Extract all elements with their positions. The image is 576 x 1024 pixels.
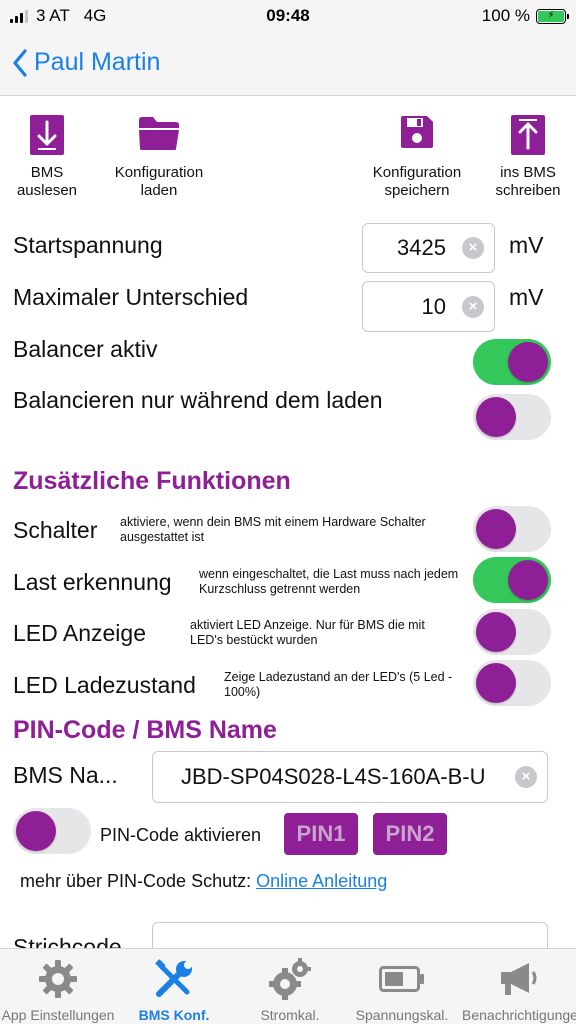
pin-activate-label: PIN-Code aktivieren [100, 825, 262, 845]
battery-icon: ⚡ [536, 8, 569, 24]
led-charge-hint: Zeige Ladezustand an der LED's (5 Led - … [224, 670, 453, 699]
clear-icon[interactable]: × [462, 237, 484, 259]
pin2-button[interactable]: PIN2 [373, 813, 447, 855]
led-charge-label: LED Ladezustand [13, 672, 196, 698]
online-guide-link[interactable]: Online Anleitung [256, 871, 387, 891]
status-bar: 3 AT 4G 09:48 100 % ⚡ [0, 0, 576, 34]
balancer-active-toggle[interactable] [473, 339, 551, 385]
led-display-hint: aktiviert LED Anzeige. Nur für BMS die m… [190, 618, 425, 647]
balance-charging-toggle[interactable] [473, 394, 551, 440]
toolbar: BMS auslesen Konfiguration laden Konfigu… [0, 114, 576, 206]
start-voltage-input[interactable]: 3425 × [362, 223, 495, 273]
download-icon [30, 115, 64, 155]
megaphone-icon [501, 963, 537, 995]
load-detect-hint: wenn eingeschaltet, die Last muss nach j… [199, 567, 459, 596]
tab-app-settings[interactable]: App Einstellungen [0, 957, 116, 1023]
tools-icon [155, 959, 192, 997]
config-load-label: Konfiguration laden [114, 164, 204, 199]
switch-hint: aktiviere, wenn dein BMS mit einem Hardw… [120, 515, 426, 544]
config-save-label: Konfiguration speichern [372, 164, 462, 199]
led-display-label: LED Anzeige [13, 620, 146, 646]
start-voltage-label: Startspannung [13, 232, 163, 258]
tab-notifications[interactable]: Benachrichtigungen [462, 957, 576, 1023]
tab-voltage-calibration-label: Spannungskal. [355, 1007, 449, 1023]
tab-app-settings-label: App Einstellungen [1, 1007, 115, 1023]
bms-write-button[interactable]: ins BMS schreiben [486, 114, 570, 200]
tab-bms-config-label: BMS Konf. [138, 1007, 210, 1023]
load-detect-toggle[interactable] [473, 557, 551, 603]
clear-icon[interactable]: × [462, 295, 484, 318]
save-icon [401, 116, 433, 148]
battery-percent: 100 % [481, 6, 530, 25]
back-button[interactable]: Paul Martin [12, 48, 160, 77]
tab-notifications-label: Benachrichtigungen [462, 1007, 576, 1023]
config-load-button[interactable]: Konfiguration laden [100, 114, 218, 200]
chevron-left-icon [13, 48, 27, 77]
tab-current-calibration-label: Stromkal. [260, 1007, 320, 1023]
extra-functions-heading: Zusätzliche Funktionen [13, 467, 291, 495]
tab-bar: App Einstellungen BMS Konf. Stromkal. Sp… [0, 948, 576, 1024]
folder-icon [139, 117, 179, 150]
bms-name-label: BMS Na... [13, 762, 118, 788]
led-display-toggle[interactable] [473, 609, 551, 655]
gear-icon [39, 960, 77, 998]
gears-icon [269, 958, 311, 1000]
back-label: Paul Martin [34, 48, 161, 76]
config-save-button[interactable]: Konfiguration speichern [358, 114, 476, 200]
upload-icon [511, 115, 545, 155]
max-difference-input[interactable]: 10 × [362, 281, 495, 332]
pin-heading: PIN-Code / BMS Name [13, 716, 277, 744]
battery-icon [379, 966, 424, 992]
bms-write-label: ins BMS schreiben [495, 164, 561, 199]
navigation-bar: Paul Martin [0, 34, 576, 96]
switch-label: Schalter [13, 517, 98, 543]
tab-bms-config[interactable]: BMS Konf. [116, 957, 232, 1023]
max-difference-value: 10 [421, 293, 446, 319]
max-difference-unit: mV [509, 284, 544, 310]
bms-read-button[interactable]: BMS auslesen [8, 114, 86, 200]
pin-more-text: mehr über PIN-Code Schutz: [20, 871, 252, 891]
max-difference-label: Maximaler Unterschied [13, 284, 249, 310]
balancer-active-label: Balancer aktiv [13, 336, 158, 362]
pin-more-info: mehr über PIN-Code Schutz: Online Anleit… [20, 871, 387, 892]
bms-name-value: JBD-SP04S028-L4S-160A-B-U [181, 764, 486, 789]
tab-current-calibration[interactable]: Stromkal. [232, 957, 348, 1023]
pin1-button[interactable]: PIN1 [284, 813, 358, 855]
led-charge-toggle[interactable] [473, 660, 551, 706]
pin-activate-toggle[interactable] [13, 808, 91, 854]
bms-read-label: BMS auslesen [16, 164, 78, 199]
start-voltage-value: 3425 [397, 235, 446, 260]
load-detect-label: Last erkennung [13, 569, 172, 595]
balance-charging-label: Balancieren nur während dem laden [13, 387, 383, 413]
start-voltage-unit: mV [509, 232, 544, 258]
bms-name-input[interactable]: JBD-SP04S028-L4S-160A-B-U × [152, 751, 548, 803]
tab-voltage-calibration[interactable]: Spannungskal. [340, 957, 464, 1023]
clear-icon[interactable]: × [515, 766, 537, 788]
switch-toggle[interactable] [473, 506, 551, 552]
